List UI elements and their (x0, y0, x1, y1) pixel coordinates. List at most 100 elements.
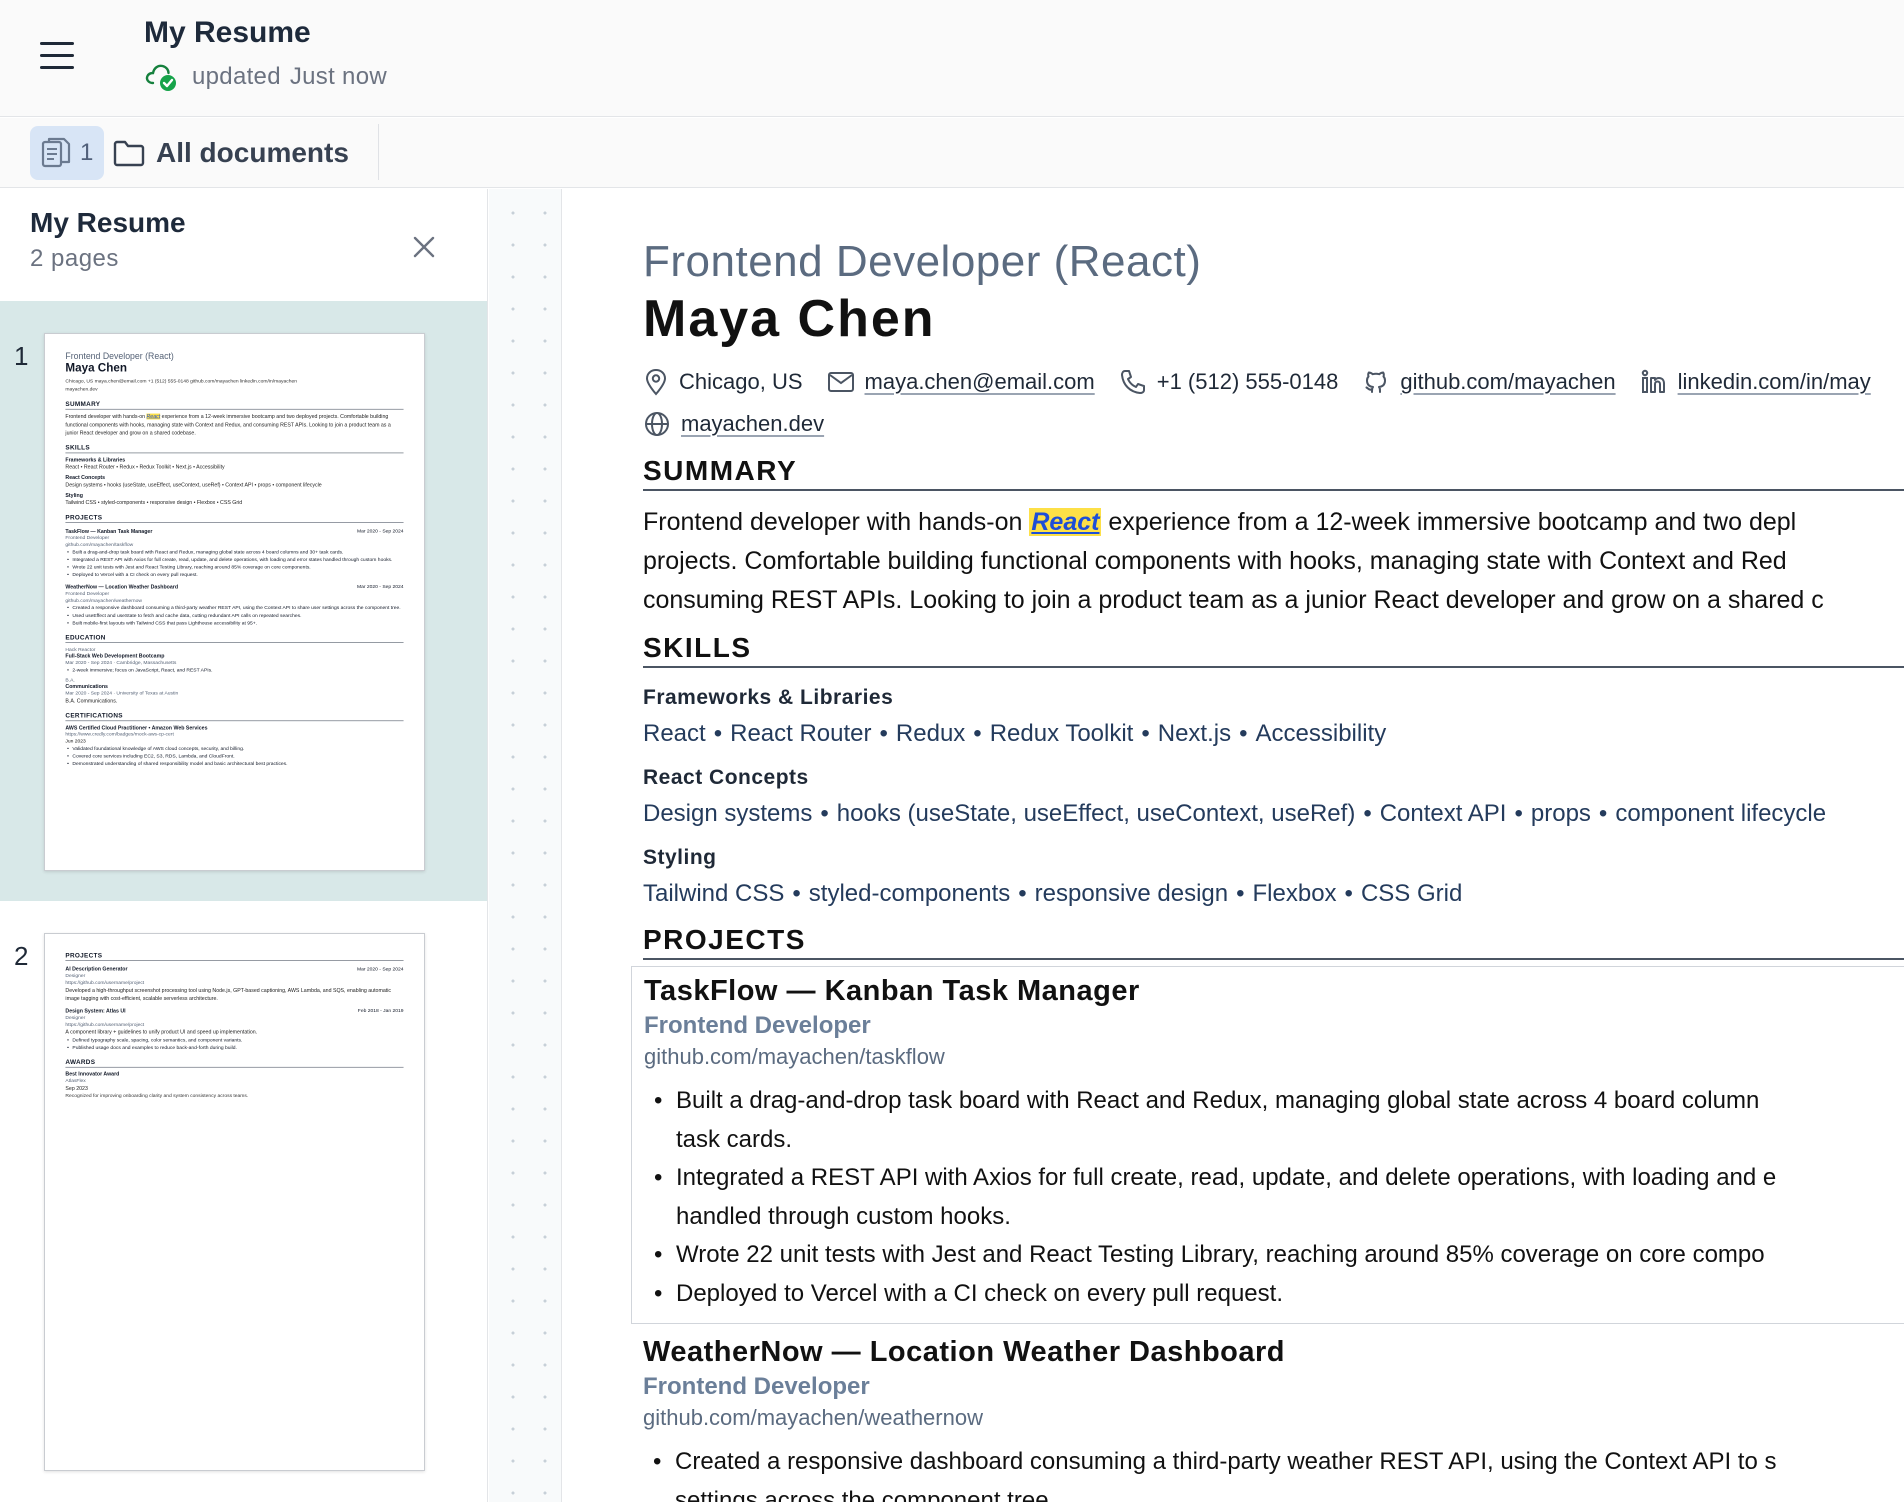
cloud-check-icon (145, 64, 176, 91)
thumb-bullet: Built mobile-first layouts with Tailwind… (65, 619, 403, 627)
thumb-text: Mar 2020 - Sep 2024 · Cambridge, Massach… (65, 659, 177, 666)
skill-item: Redux (895, 720, 966, 747)
bullet-item: Integrated a REST API with Axios for ful… (644, 1159, 1904, 1198)
skill-items: Design systems • hooks (useState, useEffec… (643, 800, 1904, 828)
bullet-item: Built a drag-and-drop task board with Re… (644, 1082, 1904, 1121)
canvas-gutter (489, 189, 562, 1502)
skill-item: Design systems (643, 800, 813, 827)
status-time: Just now (289, 63, 387, 90)
contact-list: Chicago, US maya.chen@email.com +1 (512)… (643, 361, 1904, 445)
thumb-bullet: Defined typography scale, spacing, color… (65, 1036, 403, 1044)
skill-group-title: React Concepts (643, 766, 809, 789)
thumb-section: SKILLS (65, 444, 404, 454)
thumb-text: Mar 2020 - Sep 2024 · University of Texa… (65, 690, 179, 696)
toolbar: 1 All documents (0, 118, 1904, 188)
linkedin-link[interactable]: linkedin.com/in/may (1678, 369, 1871, 395)
page-count: 1 (80, 139, 94, 166)
contact-phone[interactable]: +1 (512) 555-0148 (1119, 361, 1338, 403)
thumb-bullet: Built a drag-and-drop task board with Re… (65, 548, 403, 556)
bullet-item: Wrote 22 unit tests with Jest and React … (644, 1236, 1904, 1275)
thumb-bullet: Covered core services including EC2, S3,… (65, 752, 403, 760)
skill-item: Tailwind CSS (643, 880, 785, 907)
summary-text[interactable]: Frontend developer with hands-on React e… (643, 503, 1904, 620)
page-thumbnail-item-1[interactable]: 1 Frontend Developer (React) Maya Chen C… (0, 301, 487, 901)
separator-dot: • (1141, 720, 1150, 747)
thumb-contact: mayachen.dev (65, 386, 98, 392)
skill-item: React (643, 720, 706, 747)
skill-item: hooks (useState, useEffect, useContext, … (836, 800, 1356, 827)
page-thumbnail[interactable]: Frontend Developer (React) Maya Chen Chi… (44, 333, 425, 871)
skill-items: Tailwind CSS • styled-components • responsiv… (643, 880, 1904, 908)
bullet-item: Created a responsive dashboard consuming… (643, 1443, 1904, 1482)
separator-dot: • (792, 880, 801, 907)
skill-item: Accessibility (1255, 720, 1387, 747)
skill-group-title: Styling (643, 846, 717, 869)
globe-icon (645, 412, 669, 436)
thumb-section: AWARDS (65, 1058, 404, 1068)
thumb-text: Frontend Developer (65, 534, 110, 541)
contact-linkedin[interactable]: linkedin.com/in/may (1640, 361, 1871, 403)
thumb-text: AtlasFlex (65, 1077, 86, 1084)
github-link[interactable]: github.com/mayachen (1400, 369, 1615, 395)
thumb-text: Hack Reactor (65, 646, 96, 653)
pages-panel-toggle[interactable]: 1 (30, 126, 104, 180)
skill-item: responsive design (1034, 880, 1229, 907)
thumb-text: github.com/mayachen/weathernow (65, 597, 142, 604)
projects-heading: PROJECTS (643, 924, 1904, 960)
skills-heading: SKILLS (643, 632, 1904, 668)
skill-item: Redux Toolkit (989, 720, 1134, 747)
thumbnail-content: PROJECTS AI Description Generator Mar 202… (45, 934, 424, 1117)
skill-item: CSS Grid (1360, 880, 1463, 907)
thumb-bullet: Used useEffect and useState to fetch and… (65, 612, 403, 620)
resume-name[interactable]: Maya Chen (643, 289, 1904, 349)
contact-email[interactable]: maya.chen@email.com (827, 361, 1095, 403)
thumb-bullet: Demonstrated understanding of shared res… (65, 760, 403, 768)
skills-list: Frameworks & Libraries React • React Router… (643, 686, 1904, 908)
resume-page: Frontend Developer (React) Maya Chen Chi… (631, 237, 1904, 1502)
separator-dot: • (1239, 720, 1248, 747)
status-word: updated (192, 63, 281, 90)
skill-item: component lifecycle (1615, 800, 1827, 827)
thumb-text: Recognized for improving onboarding clar… (65, 1092, 249, 1099)
email-link[interactable]: maya.chen@email.com (865, 369, 1095, 395)
skill-item: styled-components (808, 880, 1011, 907)
project-entry[interactable]: WeatherNow — Location Weather DashboardM… (631, 1328, 1904, 1502)
skill-group[interactable]: Frameworks & Libraries React • React Router… (643, 686, 1904, 748)
page-thumbnail-item-2[interactable]: 2 PROJECTS AI Description Generator Mar 2… (0, 901, 487, 1501)
website-link[interactable]: mayachen.dev (681, 411, 824, 437)
thumb-text: Tailwind CSS • styled-components • respo… (65, 499, 243, 506)
close-icon[interactable] (404, 227, 444, 267)
all-documents-button[interactable]: All documents (112, 126, 349, 180)
thumb-name: Maya Chen (65, 361, 127, 375)
thumb-bullet: Validated foundational knowledge of AWS … (65, 745, 403, 753)
thumb-text: Design systems • hooks (useState, useEff… (65, 481, 322, 488)
separator-dot: • (1018, 880, 1027, 907)
page-thumbnail[interactable]: PROJECTS AI Description Generator Mar 202… (44, 933, 425, 1471)
contact-location[interactable]: Chicago, US (643, 361, 803, 403)
skill-item: Flexbox (1252, 880, 1337, 907)
thumb-bullet: Created a responsive dashboard consuming… (65, 604, 403, 612)
contact-github[interactable]: github.com/mayachen (1362, 361, 1616, 403)
resume-role[interactable]: Frontend Developer (React) (643, 237, 1904, 287)
page-number: 1 (14, 341, 29, 371)
project-link[interactable]: github.com/mayachen/taskflow (644, 1044, 1904, 1070)
contact-website[interactable]: mayachen.dev (643, 403, 824, 445)
skill-group[interactable]: React Concepts Design systems • hooks (useS… (643, 766, 1904, 828)
project-link[interactable]: github.com/mayachen/weathernow (643, 1405, 1904, 1431)
skill-items: React • React Router • Redux • Redux Toolkit • N… (643, 720, 1904, 748)
skill-group[interactable]: Styling Tailwind CSS • styled-components • re… (643, 846, 1904, 908)
document-title[interactable]: My Resume (144, 16, 311, 50)
thumb-text: React • React Router • Redux • Redux Too… (65, 464, 225, 470)
thumb-section: CERTIFICATIONS (65, 712, 404, 722)
linkedin-icon (1641, 369, 1665, 393)
project-entry[interactable]: TaskFlow — Kanban Task ManagerMar 20 Fron… (631, 966, 1904, 1324)
menu-icon[interactable] (36, 36, 82, 76)
separator-dot: • (1598, 800, 1608, 827)
summary-line: Frontend developer with hands-on React e… (643, 508, 1797, 536)
projects-list: TaskFlow — Kanban Task ManagerMar 20 Fron… (631, 966, 1904, 1502)
document-canvas[interactable]: Frontend Developer (React) Maya Chen Chi… (563, 189, 1904, 1502)
summary-heading: SUMMARY (643, 455, 1904, 491)
app-header: My Resume updated Just now (0, 0, 1904, 117)
thumb-text: Designer (65, 972, 86, 979)
highlighted-keyword[interactable]: React (1029, 508, 1102, 536)
